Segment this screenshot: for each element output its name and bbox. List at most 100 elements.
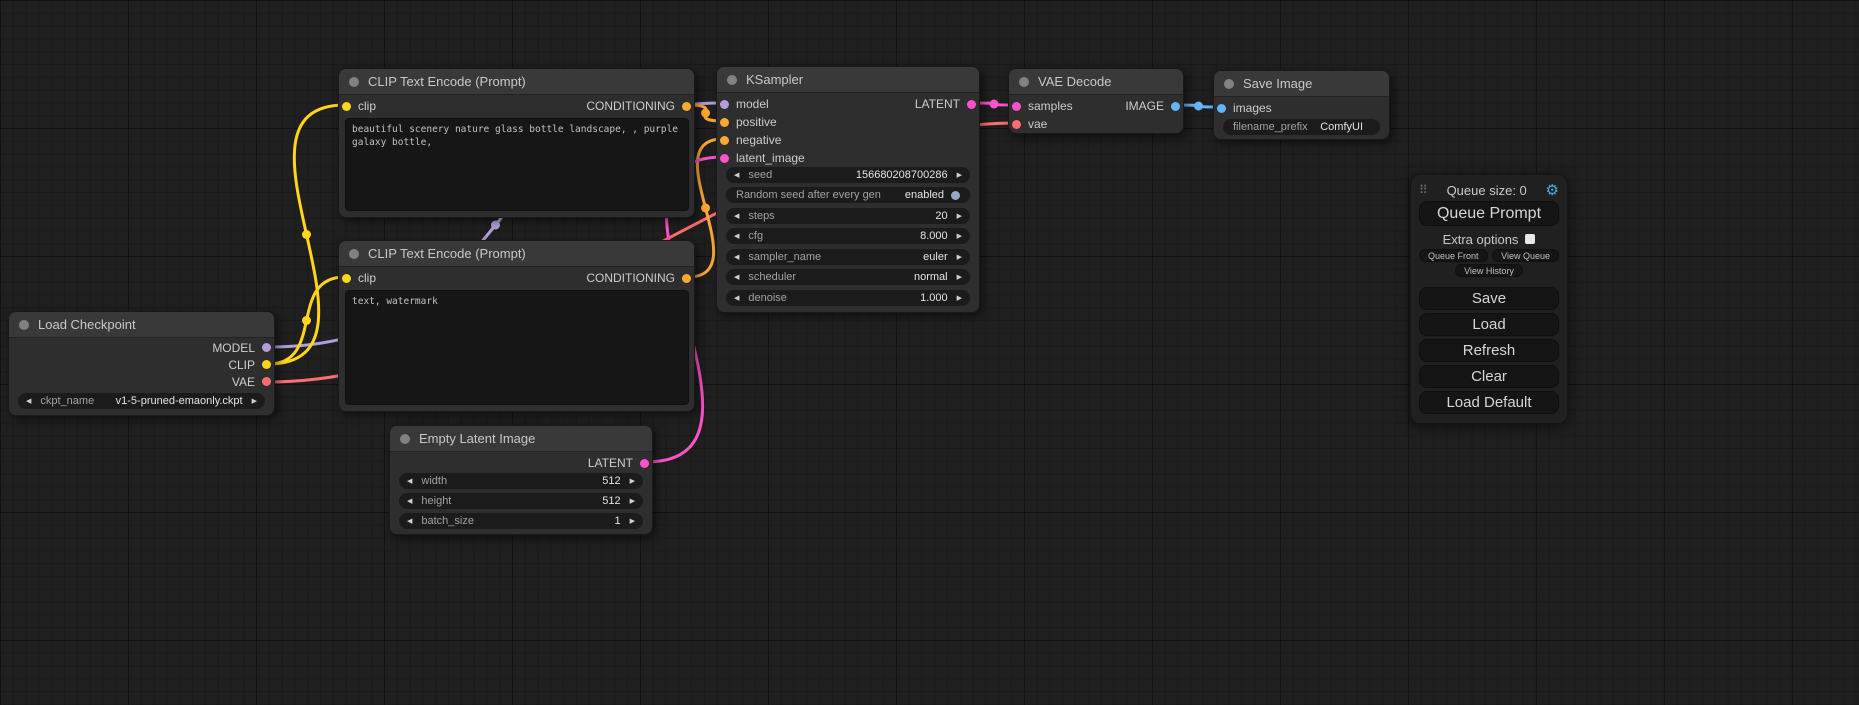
increment-arrow-icon[interactable]: ▶ — [957, 273, 962, 281]
widget-ckpt-name[interactable]: ◀ ckpt_name v1-5-pruned-emaonly.ckpt ▶ — [18, 393, 265, 409]
input-dot-latent-image[interactable] — [720, 154, 729, 163]
increment-arrow-icon[interactable]: ▶ — [957, 232, 962, 240]
input-slot-negative[interactable]: negative — [717, 131, 979, 149]
output-slot-clip[interactable]: CLIP — [9, 356, 274, 373]
collapse-toggle-icon[interactable] — [1224, 79, 1234, 89]
node-title-bar[interactable]: KSampler — [717, 67, 979, 93]
queue-prompt-button[interactable]: Queue Prompt — [1419, 201, 1559, 226]
input-slot-images[interactable]: images — [1214, 99, 1389, 117]
graph-canvas[interactable]: Load Checkpoint MODEL CLIP VAE ◀ ckpt_na… — [0, 0, 1859, 705]
clear-button[interactable]: Clear — [1419, 365, 1559, 388]
increment-arrow-icon[interactable]: ▶ — [630, 517, 635, 525]
node-ksampler[interactable]: KSampler model LATENT positive negative … — [716, 66, 980, 313]
node-clip-text-encode-negative[interactable]: CLIP Text Encode (Prompt) clip CONDITION… — [338, 240, 695, 412]
collapse-toggle-icon[interactable] — [1019, 77, 1029, 87]
output-slot-model[interactable]: MODEL — [9, 339, 274, 356]
wire-midpoint-dot[interactable] — [302, 316, 311, 325]
toggle-knob[interactable] — [951, 191, 960, 200]
output-dot-image[interactable] — [1171, 102, 1180, 111]
widget-scheduler[interactable]: ◀ scheduler normal ▶ — [726, 269, 970, 285]
output-dot-conditioning[interactable] — [682, 102, 691, 111]
decrement-arrow-icon[interactable]: ◀ — [407, 477, 412, 485]
increment-arrow-icon[interactable]: ▶ — [630, 477, 635, 485]
wire-midpoint-dot[interactable] — [491, 221, 500, 230]
input-dot-vae[interactable] — [1012, 120, 1021, 129]
output-dot-clip[interactable] — [262, 360, 271, 369]
collapse-toggle-icon[interactable] — [400, 434, 410, 444]
output-slot-latent[interactable]: LATENT — [390, 454, 652, 472]
decrement-arrow-icon[interactable]: ◀ — [734, 273, 739, 281]
widget-batch-size[interactable]: ◀ batch_size 1 ▶ — [399, 513, 643, 529]
collapse-toggle-icon[interactable] — [19, 320, 29, 330]
output-slot-image[interactable]: IMAGE — [1125, 97, 1183, 115]
increment-arrow-icon[interactable]: ▶ — [957, 171, 962, 179]
prompt-textarea[interactable]: beautiful scenery nature glass bottle la… — [345, 118, 689, 211]
extra-options-checkbox[interactable] — [1525, 234, 1535, 244]
widget-steps[interactable]: ◀ steps 20 ▶ — [726, 208, 970, 224]
node-title-bar[interactable]: CLIP Text Encode (Prompt) — [339, 69, 694, 95]
decrement-arrow-icon[interactable]: ◀ — [734, 253, 739, 261]
widget-cfg[interactable]: ◀ cfg 8.000 ▶ — [726, 228, 970, 244]
widget-sampler-name[interactable]: ◀ sampler_name euler ▶ — [726, 249, 970, 265]
queue-front-button[interactable]: Queue Front — [1419, 249, 1488, 262]
refresh-button[interactable]: Refresh — [1419, 339, 1559, 362]
increment-arrow-icon[interactable]: ▶ — [630, 497, 635, 505]
output-dot-vae[interactable] — [262, 377, 271, 386]
output-slot-conditioning[interactable]: CONDITIONING — [586, 97, 694, 115]
panel-drag-handle-icon[interactable]: ⠿ — [1419, 183, 1428, 197]
prompt-textarea[interactable]: text, watermark — [345, 290, 689, 405]
widget-width[interactable]: ◀ width 512 ▶ — [399, 473, 643, 489]
input-slot-samples[interactable]: samples — [1009, 97, 1073, 115]
output-dot-latent[interactable] — [967, 100, 976, 109]
load-button[interactable]: Load — [1419, 313, 1559, 336]
input-dot-images[interactable] — [1217, 104, 1226, 113]
wire-midpoint-dot[interactable] — [302, 230, 311, 239]
output-dot-conditioning[interactable] — [682, 274, 691, 283]
increment-arrow-icon[interactable]: ▶ — [957, 253, 962, 261]
node-vae-decode[interactable]: VAE Decode samples IMAGE vae — [1008, 68, 1184, 134]
decrement-arrow-icon[interactable]: ◀ — [734, 232, 739, 240]
input-slot-clip[interactable]: clip — [339, 97, 376, 115]
input-slot-model[interactable]: model — [717, 95, 769, 113]
decrement-arrow-icon[interactable]: ◀ — [734, 171, 739, 179]
decrement-arrow-icon[interactable]: ◀ — [734, 212, 739, 220]
input-slot-vae[interactable]: vae — [1009, 115, 1183, 133]
increment-arrow-icon[interactable]: ▶ — [252, 397, 257, 405]
view-queue-button[interactable]: View Queue — [1492, 249, 1559, 262]
decrement-arrow-icon[interactable]: ◀ — [407, 497, 412, 505]
output-slot-latent[interactable]: LATENT — [915, 95, 979, 113]
view-history-button[interactable]: View History — [1455, 264, 1523, 277]
node-empty-latent-image[interactable]: Empty Latent Image LATENT ◀ width 512 ▶ … — [389, 425, 653, 535]
wire-midpoint-dot[interactable] — [1194, 102, 1203, 111]
node-title-bar[interactable]: Save Image — [1214, 71, 1389, 97]
input-dot-model[interactable] — [720, 100, 729, 109]
decrement-arrow-icon[interactable]: ◀ — [407, 517, 412, 525]
input-dot-negative[interactable] — [720, 136, 729, 145]
wire-midpoint-dot[interactable] — [701, 109, 710, 118]
load-default-button[interactable]: Load Default — [1419, 391, 1559, 414]
collapse-toggle-icon[interactable] — [349, 77, 359, 87]
node-title-bar[interactable]: Empty Latent Image — [390, 426, 652, 452]
widget-denoise[interactable]: ◀ denoise 1.000 ▶ — [726, 290, 970, 306]
widget-height[interactable]: ◀ height 512 ▶ — [399, 493, 643, 509]
increment-arrow-icon[interactable]: ▶ — [957, 212, 962, 220]
decrement-arrow-icon[interactable]: ◀ — [734, 294, 739, 302]
input-dot-clip[interactable] — [342, 102, 351, 111]
decrement-arrow-icon[interactable]: ◀ — [26, 397, 31, 405]
widget-seed[interactable]: ◀ seed 156680208700286 ▶ — [726, 167, 970, 183]
node-save-image[interactable]: Save Image images filename_prefix ComfyU… — [1213, 70, 1390, 140]
collapse-toggle-icon[interactable] — [349, 249, 359, 259]
input-dot-positive[interactable] — [720, 118, 729, 127]
node-title-bar[interactable]: VAE Decode — [1009, 69, 1183, 95]
output-dot-latent[interactable] — [640, 459, 649, 468]
output-slot-conditioning[interactable]: CONDITIONING — [586, 269, 694, 287]
save-button[interactable]: Save — [1419, 287, 1559, 310]
widget-filename-prefix[interactable]: filename_prefix ComfyUI — [1223, 119, 1380, 135]
output-slot-vae[interactable]: VAE — [9, 373, 274, 390]
wire-midpoint-dot[interactable] — [990, 100, 999, 109]
increment-arrow-icon[interactable]: ▶ — [957, 294, 962, 302]
node-clip-text-encode-positive[interactable]: CLIP Text Encode (Prompt) clip CONDITION… — [338, 68, 695, 218]
input-dot-samples[interactable] — [1012, 102, 1021, 111]
input-dot-clip[interactable] — [342, 274, 351, 283]
widget-random-seed-toggle[interactable]: Random seed after every gen enabled — [726, 187, 970, 203]
